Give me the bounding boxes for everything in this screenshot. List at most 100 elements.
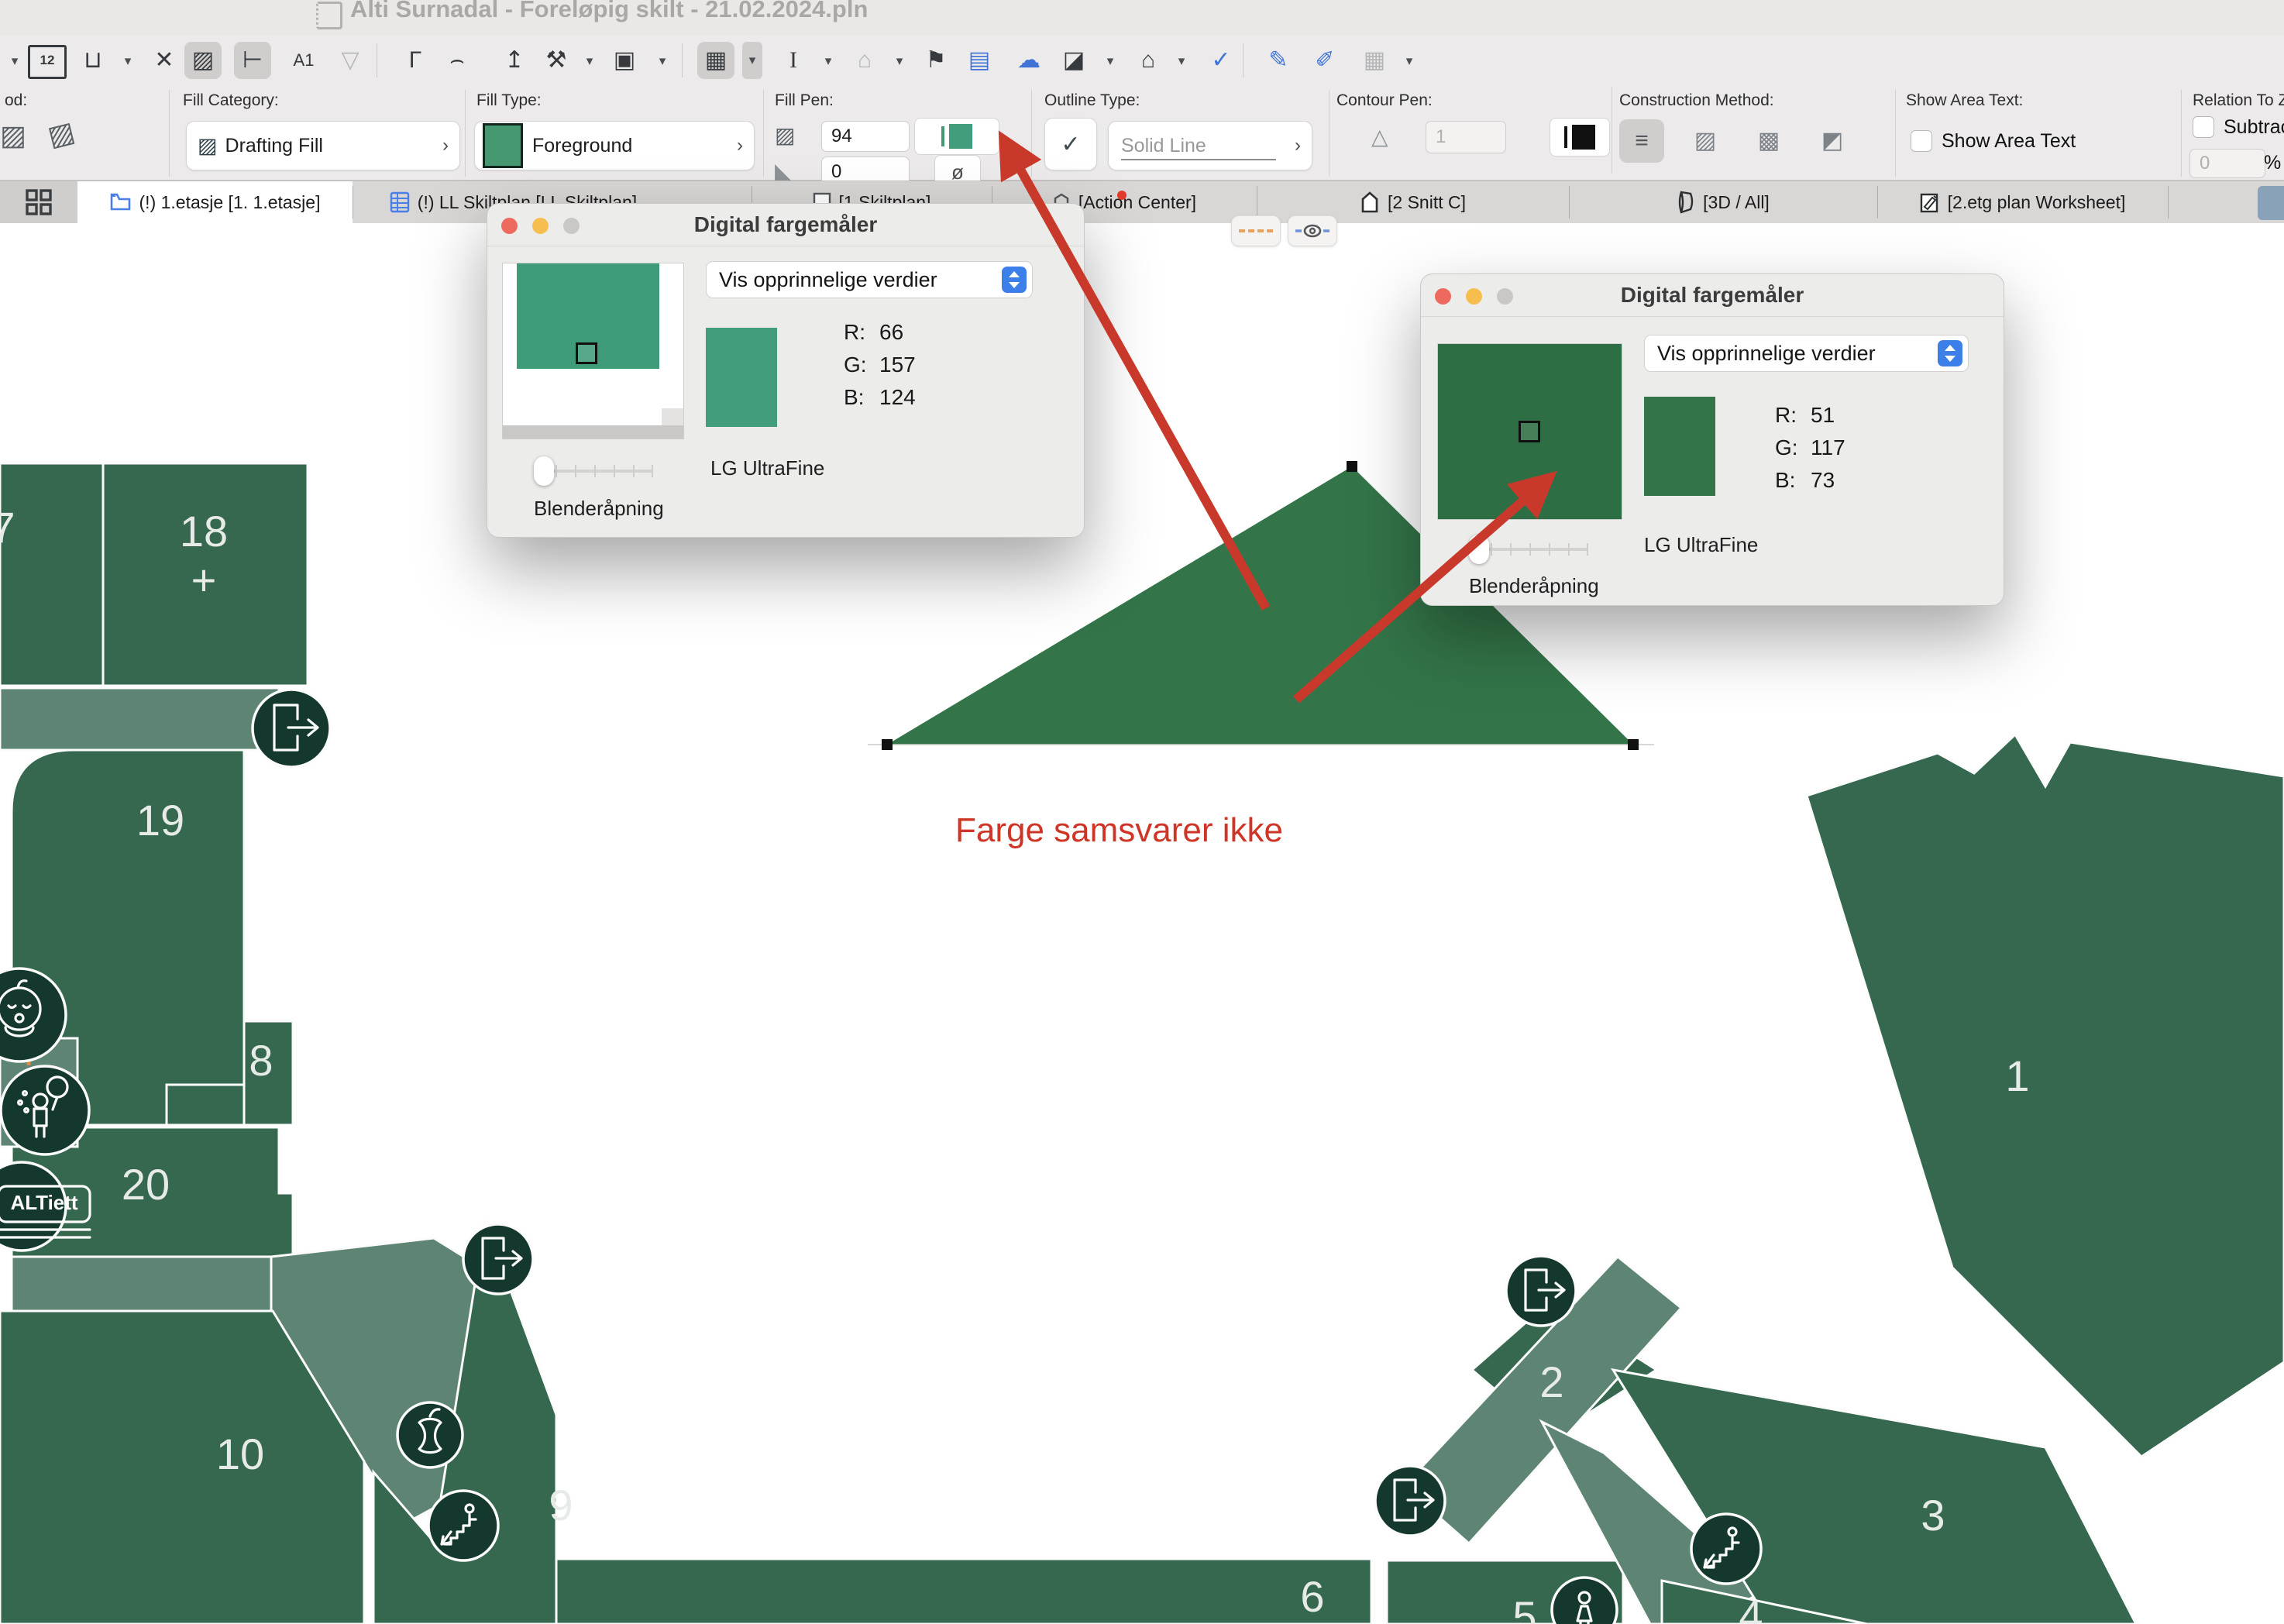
room-6[interactable] [556,1559,1371,1624]
zone-percent-input[interactable]: 0 [2189,149,2265,178]
fill-pen-input[interactable]: 94 [821,121,910,152]
chevron-down-icon[interactable]: ▾ [889,51,910,71]
chevron-down-icon[interactable]: ▾ [1171,51,1192,71]
chevron-down-icon[interactable]: ▾ [818,51,838,71]
corridor-top[interactable] [0,688,279,750]
measured-color-swatch [706,328,777,427]
minimize-button[interactable] [1466,288,1482,304]
worksheet-pencil-icon [1920,191,1940,213]
raise-tool-icon[interactable]: ↥ [496,42,533,79]
hatch-edit-icon[interactable]: ▨ [184,42,222,79]
exit-door-icon[interactable] [463,1224,533,1294]
tab-overview-button[interactable] [0,181,77,223]
document-icon [316,2,342,29]
room-7[interactable] [0,463,103,686]
trace-dashed-button[interactable] [1231,215,1281,246]
schedule-icon[interactable]: ▤ [961,42,998,79]
pick-parameters-icon[interactable]: ✎ [1260,42,1297,79]
close-button[interactable] [501,218,518,234]
hatch-icon[interactable]: ▨ [0,119,26,152]
aperture-slider[interactable] [537,456,653,486]
b-value: 73 [1811,468,1835,492]
polygon-check-icon: ✓ [1061,131,1080,158]
r-value: 51 [1811,403,1835,427]
outline-toggle-button[interactable]: ✓ [1044,118,1097,170]
tab-1-etasje[interactable]: (!) 1.etasje [1. 1.etasje] [77,181,353,223]
split-tool-icon[interactable]: ⚒ [538,42,575,79]
inject-parameters-icon[interactable]: ✐ [1306,42,1343,79]
construction-method-label: Construction Method: [1619,91,1774,110]
trace-visibility-button[interactable] [1288,215,1337,246]
altiett-badge-text: ALTiett [10,1191,77,1214]
image-view-icon[interactable]: ◪ [1055,42,1092,79]
cloud-bimcloud-icon[interactable]: ☁ [1010,42,1047,79]
chevron-down-icon[interactable]: ▾ [1100,51,1120,71]
construction-method-cut-icon[interactable]: ◩ [1810,119,1855,163]
floorplan-canvas[interactable]: 7 18 + 19 8 20 10 9 6 5 4 2 3 1 [0,0,2284,1624]
chevron-down-icon[interactable]: ▾ [1399,51,1419,71]
contour-pen-color-button[interactable] [1550,118,1610,157]
wall-align-icon[interactable]: ⊢ [234,42,271,79]
close-button[interactable] [1435,288,1451,304]
slider-handle[interactable] [1469,535,1489,564]
value-mode-dropdown[interactable]: Vis opprinnelige verdier [1644,335,1969,372]
slider-handle[interactable] [534,456,554,486]
geometry-method-label: od: [5,91,27,110]
stairs-icon[interactable] [1691,1514,1761,1584]
value-mode-dropdown[interactable]: Vis opprinnelige verdier [706,261,1033,298]
tab-fragment[interactable] [2258,186,2284,220]
outline-type-button[interactable]: Solid Line › [1108,121,1312,170]
construction-method-crosshatch-icon[interactable]: ▩ [1746,119,1791,163]
label-tool-icon[interactable]: A1 [285,42,322,79]
chevron-down-icon[interactable]: ▾ [580,51,600,71]
curve-tool-icon[interactable]: ⌢ [439,42,476,79]
chevron-down-icon[interactable]: ▾ [118,51,138,71]
room-1[interactable] [1807,735,2284,1457]
stairs-icon[interactable] [428,1491,498,1560]
construction-method-straight-icon[interactable]: ≡ [1619,119,1664,163]
construction-method-hatch-icon[interactable]: ▨ [1683,119,1728,163]
contour-pen-input[interactable]: 1 [1426,121,1506,153]
marquee-tool-icon[interactable]: ▦ [697,42,734,79]
corner-tool-icon[interactable]: Γ [397,42,434,79]
tab-3d-all[interactable]: [3D / All] [1569,181,1877,223]
tab-label: [3D / All] [1703,192,1770,213]
food-waste-icon[interactable] [397,1402,463,1467]
flag-tool-icon[interactable]: ⚑ [917,42,955,79]
text-tool-icon[interactable]: I [775,42,812,79]
fill-category-button[interactable]: ▨ Drafting Fill › [186,121,460,170]
show-area-text-label: Show Area Text: [1906,91,2023,110]
show-area-text-checkbox-label: Show Area Text [1942,130,2076,153]
publish-check-icon[interactable]: ✓ [1202,42,1240,79]
minimize-button[interactable] [532,218,549,234]
exit-door-icon[interactable] [1506,1256,1576,1326]
zoom-button[interactable] [563,218,580,234]
room-label: 9 [549,1481,573,1529]
tab-2etg-worksheet[interactable]: [2.etg plan Worksheet] [1877,181,2168,223]
hatch-skew-icon[interactable]: ▨ [44,115,77,153]
chevron-down-icon[interactable]: ▾ [742,42,762,79]
ruler-12-icon[interactable]: 12 [28,45,67,79]
info-bar: od: ▨ ▨ Fill Category: ▨ Drafting Fill ›… [0,87,2284,181]
contour-color-bar [1564,126,1567,148]
subtract-checkbox[interactable] [2193,116,2214,138]
corridor-bottom-left[interactable] [12,1257,271,1311]
activity-balloon-icon[interactable] [1,1066,89,1154]
chevron-right-icon: › [737,135,743,157]
fill-pen-color-button[interactable] [914,118,999,155]
node-tool-icon[interactable]: ✕ [146,42,183,79]
zoom-button[interactable] [1497,288,1513,304]
wall-width-icon[interactable]: ⊔ [74,42,112,79]
fill-type-button[interactable]: Foreground › [474,121,755,170]
chevron-down-icon[interactable]: ▾ [5,51,25,71]
toolbar-divider [682,43,683,77]
exit-door-icon[interactable] [1375,1466,1445,1536]
contour-color-swatch [1572,125,1595,150]
buildings-icon[interactable]: ⌂ [1130,42,1167,79]
tab-bar: (!) 1.etasje [1. 1.etasje] (!) LL Skiltp… [0,181,2284,223]
chevron-down-icon[interactable]: ▾ [652,51,672,71]
show-area-text-checkbox[interactable] [1911,130,1932,152]
aperture-slider[interactable] [1472,535,1588,564]
duplicate-tool-icon[interactable]: ▣ [606,42,643,79]
exit-door-icon[interactable] [253,690,330,767]
